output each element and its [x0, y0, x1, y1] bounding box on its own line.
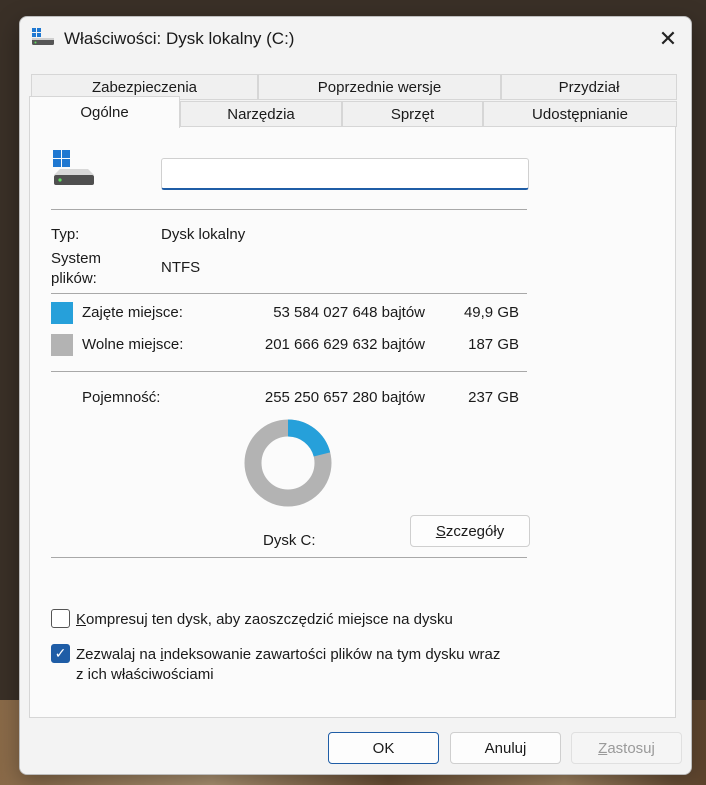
- used-space-bytes: 53 584 027 648 bajtów: [273, 304, 425, 321]
- capacity-size: 237 GB: [468, 389, 519, 406]
- used-space-size: 49,9 GB: [463, 304, 519, 321]
- properties-dialog: Właściwości: Dysk lokalny (C:) ✕ Zabezpi…: [19, 16, 692, 775]
- drive-icon: [32, 28, 54, 45]
- divider: [51, 209, 527, 210]
- drive-letter-label: Dysk C:: [263, 532, 316, 549]
- used-space-label: Zajęte miejsce:: [82, 304, 183, 321]
- capacity-label: Pojemność:: [82, 389, 161, 406]
- tab-sprzet[interactable]: Sprzęt: [342, 101, 483, 127]
- tab-poprzednie-wersje[interactable]: Poprzednie wersje: [258, 74, 501, 100]
- allow-indexing-label[interactable]: Zezwalaj na indeksowanie zawartości plik…: [76, 645, 500, 685]
- divider: [51, 371, 527, 372]
- tab-przydzial[interactable]: Przydział: [501, 74, 677, 100]
- window-title: Właściwości: Dysk lokalny (C:): [64, 29, 295, 48]
- title-bar: Właściwości: Dysk lokalny (C:) ✕: [20, 17, 691, 61]
- type-label: Typ:: [51, 226, 80, 243]
- free-space-bytes: 201 666 629 632 bajtów: [264, 336, 425, 353]
- divider: [51, 557, 527, 558]
- used-space-color-swatch: [51, 302, 73, 324]
- general-tab-panel: Typ: Dysk lokalny System plików: NTFS Za…: [29, 126, 676, 718]
- filesystem-label: System plików:: [51, 250, 102, 287]
- dialog-footer: OK Anuluj Zastosuj: [20, 722, 691, 774]
- tab-narzedzia[interactable]: Narzędzia: [180, 101, 342, 127]
- close-icon: ✕: [658, 26, 678, 51]
- tab-udostepnianie[interactable]: Udostępnianie: [483, 101, 677, 127]
- close-button[interactable]: ✕: [645, 17, 691, 61]
- type-value: Dysk lokalny: [161, 226, 246, 243]
- ok-button[interactable]: OK: [328, 732, 439, 764]
- drive-name-input[interactable]: [161, 158, 529, 190]
- tab-ogolne[interactable]: Ogólne: [29, 96, 180, 128]
- divider: [51, 293, 527, 294]
- windows-drive-icon: [53, 150, 94, 185]
- cancel-button[interactable]: Anuluj: [450, 732, 561, 764]
- disk-usage-donut: [244, 419, 332, 507]
- compress-drive-label[interactable]: Kompresuj ten dysk, aby zaoszczędzić mie…: [76, 611, 453, 628]
- apply-button[interactable]: Zastosuj: [571, 732, 682, 764]
- free-space-size: 187 GB: [468, 336, 519, 353]
- checkmark-icon: ✓: [54, 645, 67, 661]
- free-space-label: Wolne miejsce:: [82, 336, 184, 353]
- capacity-bytes: 255 250 657 280 bajtów: [264, 389, 425, 406]
- allow-indexing-checkbox[interactable]: ✓: [51, 644, 70, 663]
- compress-drive-checkbox[interactable]: [51, 609, 70, 628]
- details-button[interactable]: Szczegóły: [410, 515, 530, 547]
- filesystem-value: NTFS: [161, 259, 201, 276]
- free-space-color-swatch: [51, 334, 73, 356]
